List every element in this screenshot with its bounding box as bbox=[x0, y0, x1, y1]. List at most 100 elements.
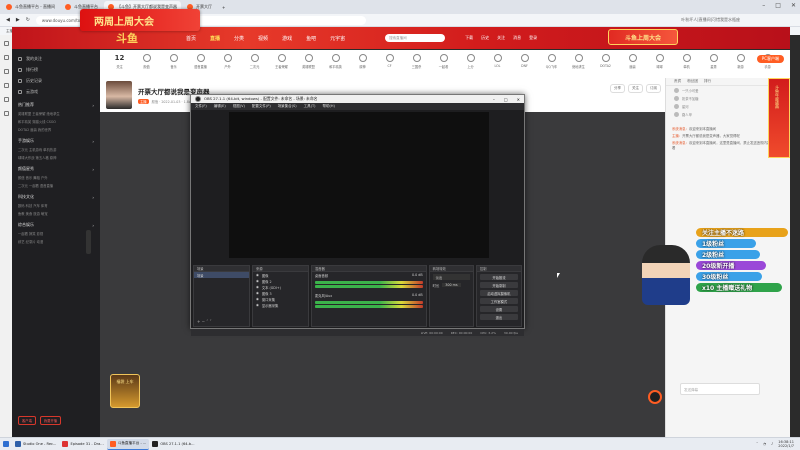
sidebar-section-title[interactable]: 热门推荐 › bbox=[12, 101, 100, 109]
nav-item-active[interactable]: 直播 bbox=[210, 35, 220, 42]
rail-star-icon[interactable] bbox=[3, 55, 9, 60]
maximize-icon[interactable]: □ bbox=[775, 2, 781, 9]
category-item[interactable]: QQ飞车 bbox=[538, 50, 565, 69]
taskbar-item[interactable]: Studio One - Rec... bbox=[12, 439, 59, 450]
category-item[interactable]: 原神 bbox=[349, 50, 376, 69]
category-item[interactable]: 和平精英 bbox=[322, 50, 349, 69]
obs-menu-item[interactable]: 编辑(E) bbox=[214, 104, 226, 109]
site-search-input[interactable]: 搜索直播间 bbox=[385, 34, 446, 42]
nav-item[interactable]: 视频 bbox=[258, 35, 268, 42]
sidebar-links[interactable]: 数码 科技 汽车 体育 bbox=[12, 201, 100, 209]
rail-apps-icon[interactable] bbox=[3, 97, 9, 102]
follow-button[interactable]: 关注 bbox=[628, 84, 643, 93]
exit-button[interactable]: 退出 bbox=[479, 314, 518, 320]
category-item[interactable]: 户外 bbox=[214, 50, 241, 69]
category-item[interactable]: 星秀 bbox=[700, 50, 727, 69]
close-icon[interactable]: ✕ bbox=[517, 97, 520, 102]
settings-button[interactable]: 设置 bbox=[479, 306, 518, 312]
plus-icon[interactable]: + bbox=[197, 319, 200, 324]
header-action[interactable]: 下载 bbox=[465, 35, 473, 41]
obs-menu-item[interactable]: 视图(V) bbox=[233, 104, 245, 109]
audio-volume-slider[interactable] bbox=[314, 305, 423, 308]
category-item[interactable]: 颜值 bbox=[133, 50, 160, 69]
start-recording-button[interactable]: 开始录制 bbox=[479, 282, 518, 288]
category-item[interactable]: LOL bbox=[484, 50, 511, 68]
taskbar-item[interactable]: OBS 27.1.1 (64-b... bbox=[149, 439, 197, 450]
forward-icon[interactable]: ▶ bbox=[16, 17, 20, 23]
obs-menu-item[interactable]: 场景集合(S) bbox=[278, 104, 297, 109]
minimize-icon[interactable]: – bbox=[493, 97, 495, 102]
category-item[interactable]: 语音直播 bbox=[187, 50, 214, 69]
subscribe-button[interactable]: 订阅 bbox=[646, 84, 661, 93]
back-icon[interactable]: ◀ bbox=[6, 17, 10, 23]
obs-menu-item[interactable]: 工具(T) bbox=[304, 104, 316, 109]
start-streaming-button[interactable]: 开始推流 bbox=[479, 274, 518, 280]
sidebar-section-title[interactable]: 科技文化 › bbox=[12, 193, 100, 201]
sidebar-links[interactable]: 鱼教 美食 旅游 萌宠 bbox=[12, 209, 100, 217]
header-action[interactable]: 消息 bbox=[513, 35, 521, 41]
client-download-button[interactable]: 客户端 bbox=[18, 416, 36, 425]
category-item[interactable]: 三国杀 bbox=[403, 50, 430, 69]
close-icon[interactable]: ✕ bbox=[791, 2, 796, 9]
gift-icon[interactable] bbox=[648, 390, 662, 404]
refresh-icon[interactable]: ↻ bbox=[26, 17, 30, 23]
obs-menu-item[interactable]: 文件(F) bbox=[195, 104, 207, 109]
category-item[interactable]: 球球 bbox=[646, 50, 673, 69]
category-item[interactable]: DOTA2 bbox=[592, 50, 619, 68]
sidebar-section-title[interactable]: 综合娱乐 › bbox=[12, 221, 100, 229]
sidebar-section-title[interactable]: 手游娱乐 › bbox=[12, 137, 100, 145]
category-item[interactable]: DNF bbox=[511, 50, 538, 68]
obs-menu-item[interactable]: 配置文件(P) bbox=[252, 104, 271, 109]
nav-item[interactable]: 首页 bbox=[186, 35, 196, 42]
streamer-avatar[interactable] bbox=[106, 81, 132, 109]
network-icon[interactable]: ◔ bbox=[763, 442, 766, 446]
source-item[interactable]: ◉ 显示器采集 bbox=[253, 302, 308, 308]
sidebar-links[interactable]: 球球大作战 第五人格 原神 bbox=[12, 153, 100, 161]
header-action[interactable]: 关注 bbox=[497, 35, 505, 41]
browser-tab[interactable]: 斗鱼直播平台 - 直播间 bbox=[2, 1, 59, 13]
transition-select[interactable]: 淡出 bbox=[432, 274, 470, 280]
rank-tab[interactable]: 贵宾 bbox=[674, 79, 681, 84]
category-item[interactable]: 单机 bbox=[673, 50, 700, 69]
header-action[interactable]: 历史 bbox=[481, 35, 489, 41]
start-broadcast-button[interactable]: 我要开播 bbox=[39, 416, 62, 425]
obs-preview-canvas[interactable] bbox=[229, 112, 489, 258]
chevron-up-icon[interactable]: ˄ bbox=[206, 319, 208, 324]
site-logo[interactable]: 斗鱼 bbox=[116, 30, 138, 46]
sidebar-item-follow[interactable]: 我的关注 bbox=[12, 53, 100, 64]
header-action[interactable]: 登录 bbox=[529, 35, 537, 41]
obs-menu-item[interactable]: 帮助(H) bbox=[323, 104, 335, 109]
new-tab-button[interactable]: + bbox=[218, 1, 229, 13]
share-button[interactable]: 分享 bbox=[610, 84, 625, 93]
pc-client-button[interactable]: PC客户端 bbox=[756, 55, 784, 63]
studio-mode-button[interactable]: 工作室模式 bbox=[479, 298, 518, 304]
eye-icon[interactable]: ◉ bbox=[256, 303, 259, 307]
clock[interactable]: 16:38:11 2022/1/7 bbox=[778, 440, 794, 449]
category-item[interactable]: 一起看 bbox=[430, 50, 457, 69]
category-item[interactable]: 魔兽 bbox=[619, 50, 646, 69]
sidebar-links[interactable]: 二次元 一起看 语音直播 bbox=[12, 181, 100, 189]
sidebar-links[interactable]: 二次元 主机游戏 单机热游 bbox=[12, 145, 100, 153]
promo-banner-left[interactable]: 两周上周大会 bbox=[80, 9, 200, 31]
taskbar-item-active[interactable]: 斗鱼直播平台 - ... bbox=[106, 438, 150, 450]
nav-item[interactable]: 元宇宙 bbox=[330, 35, 345, 42]
sidebar-links[interactable]: 颜值 音乐 舞蹈 户外 bbox=[12, 173, 100, 181]
rail-settings-icon[interactable] bbox=[3, 111, 9, 116]
category-item[interactable]: 二次元 bbox=[241, 50, 268, 69]
sidebar-links[interactable]: DOTA2 魔兽 我的世界 bbox=[12, 125, 100, 133]
sidebar-collapse-handle[interactable] bbox=[86, 230, 91, 254]
category-item[interactable]: 音乐 bbox=[160, 50, 187, 69]
eye-icon[interactable]: ◉ bbox=[256, 285, 259, 289]
chevron-down-icon[interactable]: ˅ bbox=[210, 319, 212, 324]
eye-icon[interactable]: ◉ bbox=[256, 291, 259, 295]
category-item[interactable]: 绝地求生 bbox=[565, 50, 592, 69]
minus-icon[interactable]: − bbox=[202, 319, 205, 324]
rail-download-icon[interactable] bbox=[3, 83, 9, 88]
promo-banner-right[interactable]: 斗鱼上周大会 bbox=[608, 29, 678, 45]
audio-volume-slider[interactable] bbox=[314, 285, 423, 288]
rank-tab[interactable]: 排行 bbox=[704, 79, 711, 84]
eye-icon[interactable]: ◉ bbox=[256, 279, 259, 283]
sidebar-links[interactable]: 和平精英 穿越火线 CSGO bbox=[12, 117, 100, 125]
nav-item[interactable]: 游戏 bbox=[282, 35, 292, 42]
virtual-camera-button[interactable]: 启动虚拟摄像机 bbox=[479, 290, 518, 296]
